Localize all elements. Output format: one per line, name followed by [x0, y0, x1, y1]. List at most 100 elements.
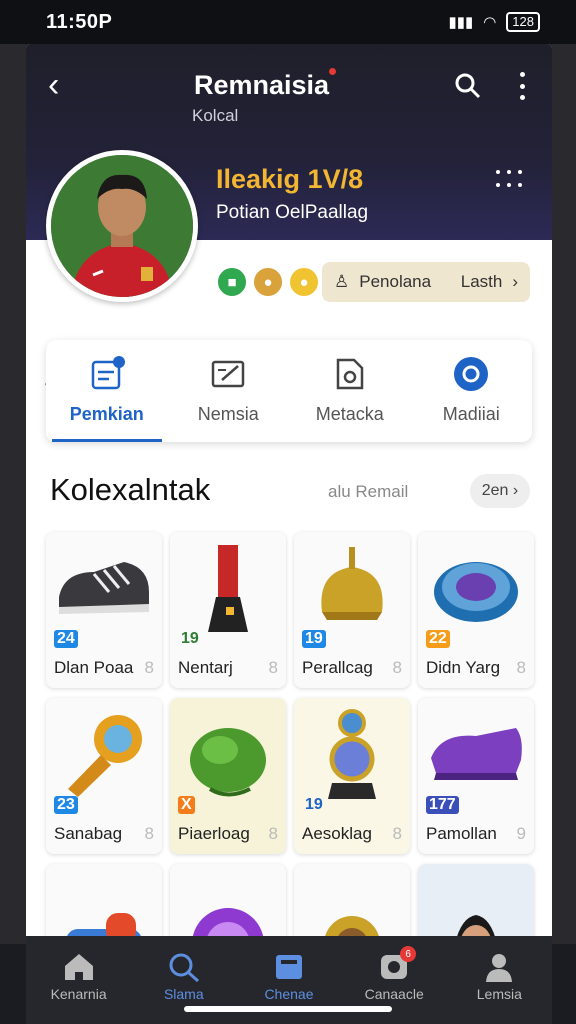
nav-profile[interactable]: Lemsia: [451, 952, 547, 1002]
golden-key-icon: [46, 698, 162, 808]
item-name: Dlan Poaa: [54, 658, 134, 677]
search-icon: [169, 953, 199, 982]
nav-game[interactable]: 6 Canaacle: [346, 946, 442, 1002]
golden-wheel-icon: [294, 884, 410, 944]
nav-home[interactable]: Kenarnia: [31, 952, 127, 1002]
home-icon: [64, 954, 93, 980]
collection-item[interactable]: 19 Perallcag 8: [294, 532, 410, 688]
tab-label: Pemkian: [69, 404, 144, 424]
collection-item[interactable]: 22 Didn Yarg 8: [418, 532, 534, 688]
golden-trophy-icon: [294, 698, 410, 808]
search-icon[interactable]: [454, 72, 482, 100]
player-name: Ileakig 1V/8: [216, 164, 364, 194]
battery-icon: 128: [506, 12, 540, 32]
item-name: Pamollan: [426, 824, 497, 843]
menu-icon[interactable]: [514, 72, 530, 100]
collection-icon: [275, 955, 302, 979]
wifi-icon: ◠: [483, 14, 497, 31]
level-badge: 19: [181, 630, 199, 647]
tab-nemsia[interactable]: Nemsia: [173, 356, 283, 442]
item-count: 8: [392, 824, 402, 843]
person-icon: [486, 954, 513, 982]
collection-item[interactable]: [170, 864, 286, 944]
item-name: Perallcag: [302, 658, 373, 677]
status-time: 11:50P: [46, 10, 113, 33]
item-count: 8: [144, 658, 154, 677]
star-badge-icon[interactable]: ●: [288, 266, 320, 298]
nav-label: Chenae: [264, 986, 314, 1002]
collection-item[interactable]: [294, 864, 410, 944]
item-count: 8: [268, 658, 278, 677]
green-bag-icon: [170, 698, 286, 808]
collection-item[interactable]: [418, 864, 534, 944]
nav-collection[interactable]: Chenae: [241, 952, 337, 1002]
collection-item[interactable]: 19 Aesoklag 8: [294, 698, 410, 854]
notification-dot: [329, 68, 336, 75]
trophy-badge-icon[interactable]: ■: [216, 266, 248, 298]
item-count: 8: [268, 824, 278, 843]
item-count: 8: [144, 824, 154, 843]
level-badge: 19: [305, 796, 323, 813]
level-badge: 24: [54, 630, 78, 648]
level-badge: X: [178, 796, 195, 814]
nav-label: Kenarnia: [50, 986, 107, 1002]
background-left: [0, 44, 26, 944]
position-pill[interactable]: ♙ Penolana Lasth ›: [322, 262, 530, 302]
more-options-icon[interactable]: [496, 170, 524, 190]
golden-helmet-icon: [294, 532, 410, 642]
sock-trophy-icon: [170, 532, 286, 642]
see-all-button[interactable]: 2en ›: [470, 474, 530, 508]
status-icons: ▮▮▮ ◠ 128: [448, 12, 540, 32]
tab-madiiai[interactable]: Madiiai: [416, 356, 526, 442]
nav-label: Slama: [163, 986, 204, 1002]
nav-label: Lemsia: [476, 986, 522, 1002]
status-bar: 11:50P ▮▮▮ ◠ 128: [0, 0, 576, 44]
coin-badge-icon[interactable]: ●: [252, 266, 284, 298]
level-badge: 22: [426, 630, 450, 648]
pill-label: Penolana: [359, 272, 432, 291]
item-name: Sanabag: [54, 824, 123, 843]
item-name: Aesoklag: [302, 824, 372, 843]
nav-label: Canaacle: [364, 986, 424, 1002]
level-badge: 177: [426, 796, 459, 814]
item-name: Piaerloag: [178, 824, 250, 843]
app-title: Remnaisia: [194, 70, 330, 100]
background-right: [552, 44, 576, 944]
tab-pemkian[interactable]: Pemkian: [51, 356, 162, 442]
collection-item[interactable]: 23 Sanabag 8: [46, 698, 162, 854]
signal-icon: ▮▮▮: [448, 14, 474, 31]
collection-item[interactable]: [46, 864, 162, 944]
back-icon[interactable]: ‹: [48, 68, 59, 102]
tab-metacka[interactable]: Metacka: [295, 356, 405, 442]
collection-item[interactable]: 177 Pamollan 9: [418, 698, 534, 854]
badge-row: ■ ● ●: [216, 266, 320, 298]
medal-disc-icon: [418, 532, 534, 642]
person-photo-icon: [418, 884, 534, 944]
avatar[interactable]: [46, 150, 198, 302]
collection-item[interactable]: X Piaerloag 8: [170, 698, 286, 854]
tab-label: Nemsia: [197, 404, 259, 424]
blue-gear-icon: [46, 884, 162, 944]
level-badge: 19: [302, 630, 326, 648]
target-icon: [454, 357, 489, 391]
home-indicator[interactable]: [184, 1006, 392, 1012]
sneaker-icon: [46, 532, 162, 642]
collection-grid: 24 Dlan Poaa 8 19 Nentarj 8 19 Perallcag…: [46, 532, 534, 944]
section-subtitle: alu Remail: [328, 482, 409, 501]
item-name: Nentarj: [178, 658, 233, 677]
document-icon: [91, 356, 125, 390]
person-icon: ♙: [334, 272, 350, 291]
tab-label: Madiiai: [442, 404, 500, 424]
camera-doc-icon: [336, 358, 363, 390]
collection-item[interactable]: 19 Nentarj 8: [170, 532, 286, 688]
chevron-right-icon: ›: [512, 272, 518, 291]
nav-search[interactable]: Slama: [136, 952, 232, 1002]
item-name: Didn Yarg: [426, 658, 501, 677]
purple-orb-icon: [170, 884, 286, 944]
pill-value: Lasth: [460, 272, 503, 291]
item-count: 8: [516, 658, 526, 677]
item-count: 8: [392, 658, 402, 677]
collection-item[interactable]: 24 Dlan Poaa 8: [46, 532, 162, 688]
tab-label: Metacka: [315, 404, 384, 424]
edit-card-icon: [212, 360, 245, 388]
